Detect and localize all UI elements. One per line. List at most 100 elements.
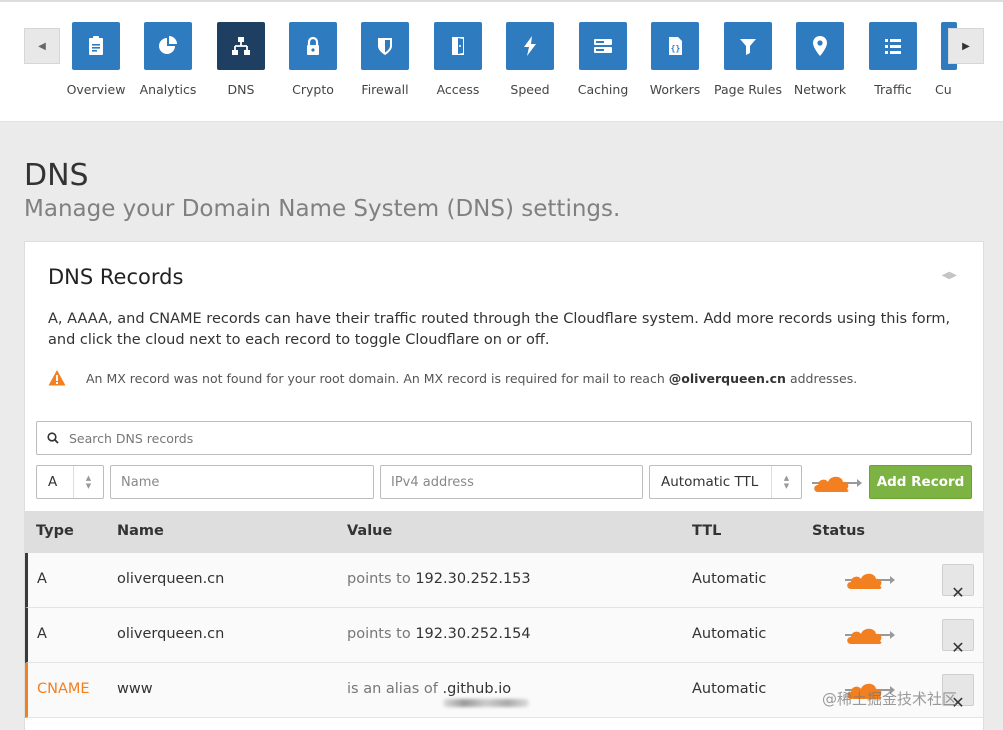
search-input[interactable]: [69, 430, 929, 446]
record-name[interactable]: oliverqueen.cn: [117, 626, 224, 642]
nav-item-label: Caching: [577, 82, 629, 97]
nav-item-analytics[interactable]: Analytics: [128, 22, 208, 97]
table-row[interactable]: A oliverqueen.cn points to 192.30.252.15…: [25, 553, 983, 608]
ttl-select[interactable]: Automatic TTL ▲ ▼: [649, 465, 802, 499]
nav-item-label: Crypto: [292, 82, 334, 97]
warning-triangle-icon: [48, 370, 66, 386]
nav-item-label: Traffic: [874, 82, 912, 97]
caret-left-icon: ◀: [38, 40, 46, 52]
nav-item-label: Network: [793, 82, 847, 97]
up-down-icon: ▲ ▼: [73, 466, 103, 498]
warning-suffix: addresses.: [789, 370, 858, 386]
header-type[interactable]: Type: [36, 523, 74, 539]
workers-icon: {}: [651, 22, 699, 70]
nav-item-label: Overview: [66, 82, 126, 97]
close-icon: ✕: [951, 583, 965, 602]
redacted-hostname: [443, 699, 530, 707]
watermark: @稀土掘金技术社区: [822, 690, 958, 708]
nav-item-crypto[interactable]: Crypto: [273, 22, 353, 97]
nav-item-page-rules[interactable]: Page Rules: [708, 22, 788, 97]
delete-record-button[interactable]: ✕: [942, 564, 974, 602]
add-record-form: A ▲▼ Automatic TTL ▲▼ Add Record: [36, 465, 972, 499]
record-value[interactable]: points to 192.30.252.154: [347, 626, 531, 642]
table-row[interactable]: A oliverqueen.cn points to 192.30.252.15…: [25, 608, 983, 663]
proxy-cloud-icon[interactable]: [810, 472, 864, 494]
header-ttl[interactable]: TTL: [692, 523, 721, 539]
caret-right-icon: ▶: [962, 40, 970, 52]
nav-item-speed[interactable]: Speed: [490, 22, 570, 97]
record-value[interactable]: points to 192.30.252.153: [347, 571, 531, 587]
value-text: 192.30.252.154: [415, 626, 531, 642]
record-type-select[interactable]: A ▲ ▼: [36, 465, 104, 499]
nav-item-label: Cu: [935, 82, 952, 97]
nav-item-label: Analytics: [139, 82, 197, 97]
value-text: 192.30.252.153: [415, 571, 531, 587]
record-type: A: [37, 626, 47, 642]
location-pin-icon: [796, 22, 844, 70]
nav-item-network[interactable]: Network: [780, 22, 860, 97]
record-ttl[interactable]: Automatic: [692, 681, 766, 697]
shield-icon: [361, 22, 409, 70]
up-down-icon: ▲ ▼: [771, 466, 801, 498]
dns-records-card: DNS Records ◀▶ A, AAAA, and CNAME record…: [24, 241, 984, 730]
record-type-value: A: [48, 474, 58, 490]
search-box: [36, 421, 972, 455]
table-header: Type Name Value TTL Status: [25, 511, 983, 553]
record-ttl[interactable]: Automatic: [692, 626, 766, 642]
top-navigation: ◀ Overview Analytics DNS Crypto Firewall: [0, 0, 1003, 122]
nav-item-dns[interactable]: DNS: [201, 22, 281, 97]
ttl-value: Automatic TTL: [661, 474, 759, 490]
warning-domain: @oliverqueen.cn: [668, 370, 786, 386]
card-title: DNS Records: [48, 265, 184, 289]
proxy-status-cloud-icon[interactable]: [843, 624, 897, 646]
nav-item-workers[interactable]: {} Workers: [635, 22, 715, 97]
record-type: A: [37, 571, 47, 587]
record-value[interactable]: is an alias of .github.io: [347, 681, 530, 707]
mx-warning: An MX record was not found for your root…: [48, 368, 948, 388]
value-prefix: is an alias of: [347, 681, 438, 697]
scroll-left-button[interactable]: ◀: [24, 28, 60, 64]
lightning-icon: [506, 22, 554, 70]
warning-text: An MX record was not found for your root…: [86, 370, 665, 386]
close-icon: ✕: [951, 638, 965, 657]
nav-item-label: DNS: [227, 82, 255, 97]
nav-item-caching[interactable]: Caching: [563, 22, 643, 97]
record-type: CNAME: [37, 681, 90, 697]
proxy-status-cloud-icon[interactable]: [843, 569, 897, 591]
record-ttl[interactable]: Automatic: [692, 571, 766, 587]
nav-item-traffic[interactable]: Traffic: [853, 22, 933, 97]
value-prefix: points to: [347, 626, 411, 642]
door-icon: [434, 22, 482, 70]
header-value[interactable]: Value: [347, 523, 392, 539]
value-prefix: points to: [347, 571, 411, 587]
record-name[interactable]: www: [117, 681, 153, 697]
record-name[interactable]: oliverqueen.cn: [117, 571, 224, 587]
scroll-right-button[interactable]: ▶: [948, 28, 984, 64]
card-description: A, AAAA, and CNAME records can have thei…: [48, 311, 951, 348]
network-tree-icon: [217, 22, 265, 70]
server-icon: [579, 22, 627, 70]
clipboard-icon: [72, 22, 120, 70]
delete-record-button[interactable]: ✕: [942, 619, 974, 657]
page-subtitle: Manage your Domain Name System (DNS) set…: [24, 196, 621, 222]
lock-icon: [289, 22, 337, 70]
list-icon: [869, 22, 917, 70]
nav-item-firewall[interactable]: Firewall: [345, 22, 425, 97]
add-record-button[interactable]: Add Record: [869, 465, 972, 499]
ipv4-address-field[interactable]: [380, 465, 643, 499]
pie-chart-icon: [144, 22, 192, 70]
header-status: Status: [812, 523, 866, 539]
expand-arrows-icon[interactable]: ◀▶: [942, 270, 957, 281]
name-field[interactable]: [110, 465, 374, 499]
nav-item-label: Speed: [510, 82, 550, 97]
svg-text:{}: {}: [671, 44, 681, 53]
header-name[interactable]: Name: [117, 523, 164, 539]
nav-item-label: Workers: [649, 82, 701, 97]
value-text: .github.io: [442, 681, 512, 697]
filter-icon: [724, 22, 772, 70]
nav-item-access[interactable]: Access: [418, 22, 498, 97]
page-title: DNS: [24, 158, 89, 193]
nav-item-label: Access: [436, 82, 480, 97]
search-icon: [47, 432, 59, 444]
nav-item-overview[interactable]: Overview: [56, 22, 136, 97]
